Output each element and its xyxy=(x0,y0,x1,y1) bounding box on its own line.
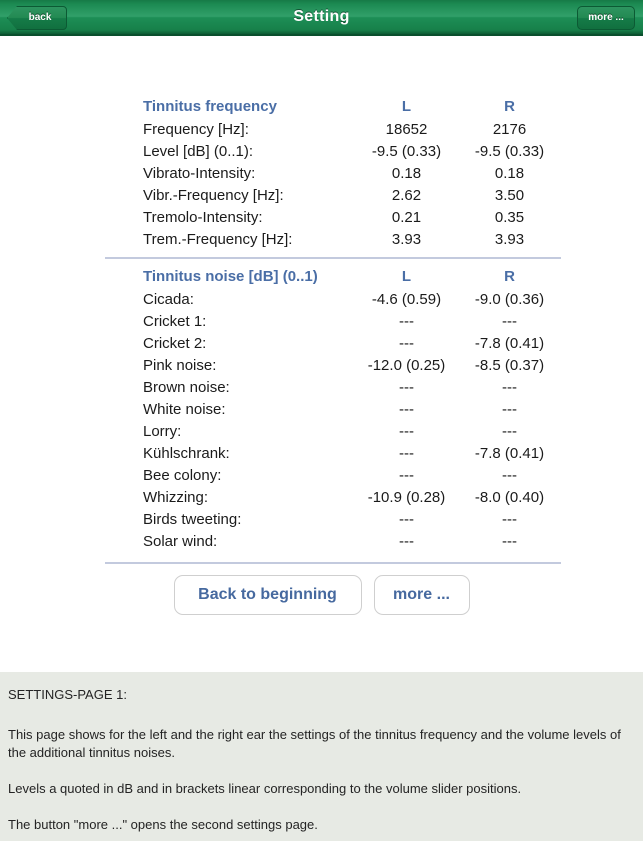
section-divider-top xyxy=(105,257,561,259)
row-label: Tremolo-Intensity: xyxy=(143,208,263,226)
table-header-row: Tinnitus frequency L R xyxy=(105,94,561,118)
help-paragraph-2: Levels a quoted in dB and in brackets li… xyxy=(8,781,522,796)
row-label: Trem.-Frequency [Hz]: xyxy=(143,230,293,248)
row-value-left: -4.6 (0.59) xyxy=(371,290,442,308)
frequency-col-left-header: L xyxy=(401,97,412,115)
section-divider-bottom xyxy=(105,562,561,564)
row-label: Solar wind: xyxy=(143,532,218,550)
table-row: Cricket 1: --- --- xyxy=(105,310,561,332)
more-button[interactable]: more ... xyxy=(373,575,470,615)
row-label: Bee colony: xyxy=(143,466,222,484)
row-value-right: -8.5 (0.37) xyxy=(474,356,545,374)
table-row: Vibr.-Frequency [Hz]: 2.62 3.50 xyxy=(105,184,561,206)
row-value-right: 3.93 xyxy=(494,230,525,248)
row-value-left: --- xyxy=(399,532,414,550)
more-button-top[interactable]: more ... xyxy=(577,6,635,30)
tinnitus-noise-table: Tinnitus noise [dB] (0..1) L R Cicada: -… xyxy=(105,264,561,552)
frequency-col-right-header: R xyxy=(504,97,515,115)
row-value-left: 18652 xyxy=(385,120,428,138)
row-value-left: -12.0 (0.25) xyxy=(367,356,446,374)
table-row: Vibrato-Intensity: 0.18 0.18 xyxy=(105,162,561,184)
table-row: Bee colony: --- --- xyxy=(105,464,561,486)
row-value-right: -7.8 (0.41) xyxy=(474,334,545,352)
page-title: Setting xyxy=(293,8,350,25)
action-button-row: Back to beginning more ... xyxy=(0,575,643,615)
table-row: Kühlschrank: --- -7.8 (0.41) xyxy=(105,442,561,464)
row-value-left: --- xyxy=(399,334,414,352)
help-panel: SETTINGS-PAGE 1: This page shows for the… xyxy=(0,672,643,841)
table-row: Trem.-Frequency [Hz]: 3.93 3.93 xyxy=(105,228,561,250)
table-row: Birds tweeting: --- --- xyxy=(105,508,561,530)
row-value-left: --- xyxy=(399,466,414,484)
row-value-right: --- xyxy=(502,510,517,528)
table-row: Brown noise: --- --- xyxy=(105,376,561,398)
row-value-right: 3.50 xyxy=(494,186,525,204)
table-row: Tremolo-Intensity: 0.21 0.35 xyxy=(105,206,561,228)
row-label: Birds tweeting: xyxy=(143,510,242,528)
row-label: Cicada: xyxy=(143,290,194,308)
row-value-left: --- xyxy=(399,400,414,418)
row-value-left: --- xyxy=(399,422,414,440)
row-value-right: --- xyxy=(502,466,517,484)
noise-col-right-header: R xyxy=(504,267,515,285)
row-value-left: -10.9 (0.28) xyxy=(367,488,446,506)
row-value-left: -9.5 (0.33) xyxy=(371,142,442,160)
settings-content: Tinnitus frequency L R Frequency [Hz]: 1… xyxy=(0,36,643,672)
top-navigation-bar: back Setting more ... xyxy=(0,0,643,36)
row-value-left: --- xyxy=(399,378,414,396)
row-value-right: --- xyxy=(502,400,517,418)
table-row: Frequency [Hz]: 18652 2176 xyxy=(105,118,561,140)
table-row: Whizzing: -10.9 (0.28) -8.0 (0.40) xyxy=(105,486,561,508)
row-value-left: --- xyxy=(399,444,414,462)
table-row: White noise: --- --- xyxy=(105,398,561,420)
row-value-left: 0.18 xyxy=(391,164,422,182)
row-label: White noise: xyxy=(143,400,226,418)
noise-col-left-header: L xyxy=(401,267,412,285)
row-label: Whizzing: xyxy=(143,488,209,506)
row-value-right: 0.35 xyxy=(494,208,525,226)
row-label: Frequency [Hz]: xyxy=(143,120,249,138)
row-value-right: 0.18 xyxy=(494,164,525,182)
row-value-right: --- xyxy=(502,532,517,550)
noise-table-heading: Tinnitus noise [dB] (0..1) xyxy=(143,267,318,285)
table-header-row: Tinnitus noise [dB] (0..1) L R xyxy=(105,264,561,288)
app-root: back Setting more ... Tinnitus frequency… xyxy=(0,0,643,841)
row-label: Brown noise: xyxy=(143,378,230,396)
table-row: Pink noise: -12.0 (0.25) -8.5 (0.37) xyxy=(105,354,561,376)
table-row: Level [dB] (0..1): -9.5 (0.33) -9.5 (0.3… xyxy=(105,140,561,162)
tinnitus-frequency-table: Tinnitus frequency L R Frequency [Hz]: 1… xyxy=(105,94,561,250)
row-value-left: --- xyxy=(399,510,414,528)
table-row: Lorry: --- --- xyxy=(105,420,561,442)
table-row: Cricket 2: --- -7.8 (0.41) xyxy=(105,332,561,354)
row-label: Kühlschrank: xyxy=(143,444,230,462)
back-to-beginning-button[interactable]: Back to beginning xyxy=(173,575,362,615)
row-value-left: --- xyxy=(399,312,414,330)
row-value-right: 2176 xyxy=(492,120,527,138)
row-value-right: --- xyxy=(502,422,517,440)
row-label: Cricket 2: xyxy=(143,334,207,352)
row-label: Vibr.-Frequency [Hz]: xyxy=(143,186,284,204)
row-value-right: -8.0 (0.40) xyxy=(474,488,545,506)
row-label: Level [dB] (0..1): xyxy=(143,142,254,160)
row-label: Lorry: xyxy=(143,422,182,440)
table-row: Cicada: -4.6 (0.59) -9.0 (0.36) xyxy=(105,288,561,310)
row-label: Cricket 1: xyxy=(143,312,207,330)
row-value-left: 3.93 xyxy=(391,230,422,248)
help-paragraph-1: This page shows for the left and the rig… xyxy=(8,727,621,760)
frequency-table-heading: Tinnitus frequency xyxy=(143,97,277,115)
row-value-left: 0.21 xyxy=(391,208,422,226)
row-value-right: -9.5 (0.33) xyxy=(474,142,545,160)
row-label: Vibrato-Intensity: xyxy=(143,164,256,182)
row-value-right: --- xyxy=(502,378,517,396)
row-value-right: --- xyxy=(502,312,517,330)
row-value-left: 2.62 xyxy=(391,186,422,204)
row-value-right: -7.8 (0.41) xyxy=(474,444,545,462)
row-value-right: -9.0 (0.36) xyxy=(474,290,545,308)
row-label: Pink noise: xyxy=(143,356,217,374)
settings-tables: Tinnitus frequency L R Frequency [Hz]: 1… xyxy=(105,94,561,564)
help-title: SETTINGS-PAGE 1: xyxy=(8,687,127,702)
help-paragraph-3: The button "more ..." opens the second s… xyxy=(8,817,318,832)
table-row: Solar wind: --- --- xyxy=(105,530,561,552)
